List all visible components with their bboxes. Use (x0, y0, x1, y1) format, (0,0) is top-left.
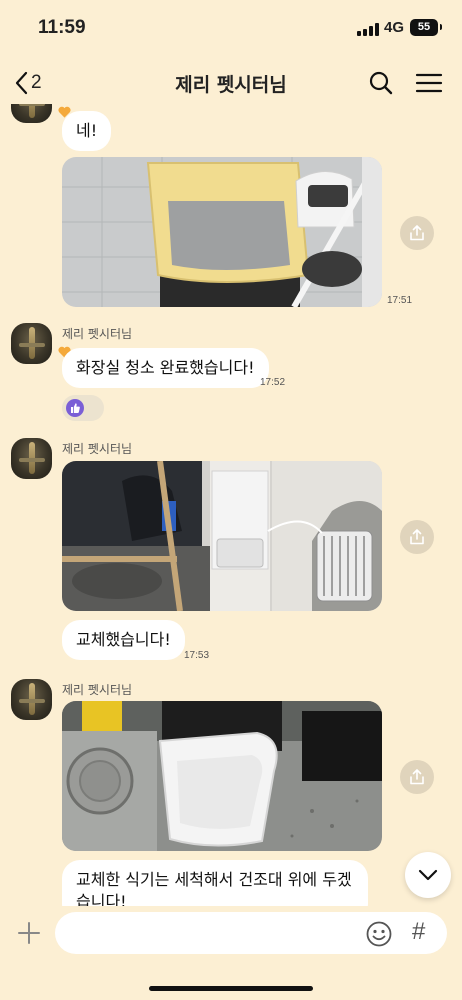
share-icon (410, 769, 424, 785)
smiley-icon[interactable] (365, 920, 393, 948)
message-bubble[interactable]: 네! (62, 111, 112, 151)
photo-food-bowl[interactable] (62, 701, 382, 851)
avatar[interactable] (11, 104, 52, 123)
chat-header: 2 제리 펫시터님 (0, 58, 462, 108)
signal-icon (357, 23, 379, 36)
status-time: 11:59 (38, 17, 86, 38)
share-button[interactable] (400, 760, 434, 794)
thumbs-up-icon (66, 399, 84, 417)
sender-name: 제리 펫시터님 (62, 327, 133, 341)
message-bubble[interactable]: 교체했습니다! (62, 620, 185, 660)
message-bubble[interactable]: 교체한 식기는 세척해서 건조대 위에 두겠습니다! (62, 860, 368, 910)
share-icon (410, 529, 424, 545)
avatar[interactable] (11, 438, 52, 479)
message-time: 17:51 (387, 295, 413, 306)
message-time: 17:52 (260, 377, 286, 388)
chat-messages[interactable]: 네! 17:51 제리 펫시터님 화장실 청소 완료했습니다! 17:52 제리… (0, 104, 462, 910)
plus-icon (18, 922, 40, 944)
message-time: 17:53 (184, 650, 210, 661)
search-icon (369, 71, 393, 95)
message-input[interactable] (71, 912, 361, 954)
menu-button[interactable] (414, 68, 444, 98)
attach-button[interactable] (14, 918, 44, 948)
avatar[interactable] (11, 679, 52, 720)
scroll-to-bottom-button[interactable] (405, 852, 451, 898)
search-button[interactable] (366, 68, 396, 98)
hamburger-menu-icon (415, 73, 443, 93)
message-bubble[interactable]: 화장실 청소 완료했습니다! (62, 348, 269, 388)
battery-icon: 55 (410, 19, 442, 36)
sender-name: 제리 펫시터님 (62, 683, 133, 697)
reaction-badge[interactable] (62, 395, 104, 421)
status-bar: 11:59 4G 55 (0, 0, 462, 58)
share-icon (410, 225, 424, 241)
chevron-down-icon (418, 869, 438, 881)
photo-water-fountain[interactable] (62, 461, 382, 611)
home-indicator (149, 986, 313, 991)
sender-name: 제리 펫시터님 (62, 442, 133, 456)
network-type: 4G (384, 19, 405, 36)
photo-litter-box[interactable] (62, 157, 382, 307)
message-field: # (55, 912, 447, 954)
avatar[interactable] (11, 323, 52, 364)
share-button[interactable] (400, 520, 434, 554)
share-button[interactable] (400, 216, 434, 250)
hash-icon[interactable]: # (412, 918, 425, 946)
